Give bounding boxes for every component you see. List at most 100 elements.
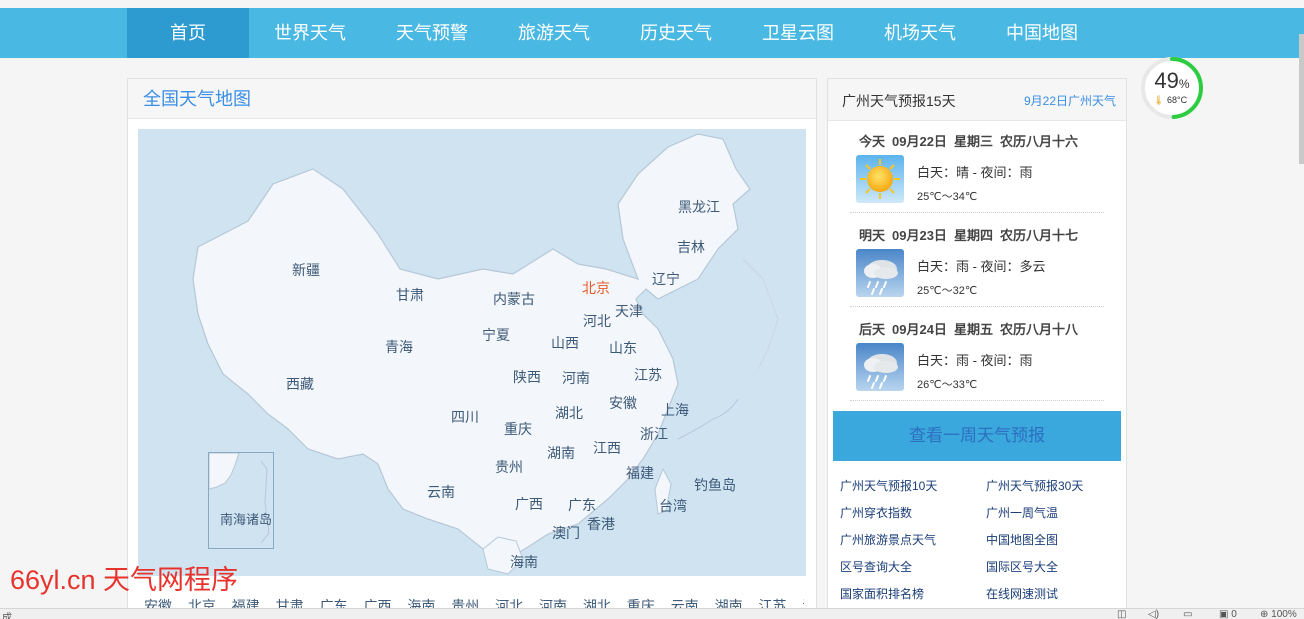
day-weekday: 星期三	[953, 134, 993, 149]
link-dressing-index[interactable]: 广州穿衣指数	[840, 504, 912, 521]
nav-item-airport-weather[interactable]: 机场天气	[859, 8, 981, 58]
gauge-value: 49%	[1154, 68, 1190, 93]
day-date: 09月23日	[892, 228, 947, 243]
today-weather-link[interactable]: 9月22日广州天气	[1024, 92, 1116, 109]
speaker-icon[interactable]: ◁)	[1148, 609, 1159, 619]
link-speed-test[interactable]: 在线网速测试	[986, 585, 1058, 602]
week-forecast-button[interactable]: 查看一周天气预报	[833, 411, 1121, 461]
link-weekly-temp[interactable]: 广州一周气温	[986, 504, 1058, 521]
province-guangxi[interactable]: 广西	[515, 494, 543, 514]
link-travel-spots[interactable]: 广州旅游景点天气	[840, 531, 936, 548]
province-henan[interactable]: 河南	[562, 368, 590, 388]
thermometer-icon: 🌡	[1153, 95, 1165, 105]
link-forecast-10day[interactable]: 广州天气预报10天	[840, 477, 937, 494]
nav-item-history-weather[interactable]: 历史天气	[615, 8, 737, 58]
province-jiangsu[interactable]: 江苏	[634, 365, 662, 385]
day-lunar: 农历八月十七	[999, 228, 1078, 243]
province-chongqing[interactable]: 重庆	[504, 419, 532, 439]
province-yunnan[interactable]: 云南	[427, 482, 455, 502]
province-qinghai[interactable]: 青海	[385, 337, 413, 357]
nav-item-travel-weather[interactable]: 旅游天气	[493, 8, 615, 58]
province-taiwan[interactable]: 台湾	[659, 496, 687, 516]
province-liaoning[interactable]: 辽宁	[652, 269, 680, 289]
day-label: 后天	[859, 322, 886, 337]
forecast-title: 广州天气预报15天	[842, 93, 956, 109]
download-icon[interactable]: ▣ 0	[1219, 609, 1237, 619]
province-nanhai[interactable]: 南海诸岛	[220, 509, 272, 528]
link-area-code[interactable]: 区号查询大全	[840, 558, 912, 575]
sunny-icon	[856, 155, 904, 203]
province-xizang[interactable]: 西藏	[286, 374, 314, 394]
print-icon[interactable]: ▭	[1183, 609, 1192, 619]
forecast-day-after-tomorrow: 后天 09月24日 星期五 农历八月十八 白天：雨 - 夜间：雨 26℃～33℃	[850, 319, 1104, 401]
forecast-day-header: 明天 09月23日 星期四 农历八月十七	[850, 225, 1104, 244]
province-xinjiang[interactable]: 新疆	[292, 260, 320, 280]
browser-status-bar: 成 ◫ ◁) ▭ ▣ 0 ⊕ 100%	[0, 608, 1304, 619]
province-fujian[interactable]: 福建	[626, 463, 654, 483]
province-diaoyudao[interactable]: 钓鱼岛	[694, 475, 736, 495]
forecast-day-today: 今天 09月22日 星期三 农历八月十六 白天：晴 - 夜间：雨 25℃～34℃	[850, 131, 1104, 213]
site-watermark: 66yl.cn 天气网程序	[10, 565, 239, 595]
province-guangdong[interactable]: 广东	[568, 495, 596, 515]
zoom-icon[interactable]: ⊕ 100%	[1260, 609, 1297, 619]
province-neimenggu[interactable]: 内蒙古	[493, 289, 535, 309]
province-shanxi[interactable]: 山西	[551, 333, 579, 353]
map-panel: 全国天气地图 黑龙江 吉林 辽宁 北京 天津 河北 内蒙古 甘肃 新疆 宁夏 山…	[127, 78, 817, 619]
link-forecast-30day[interactable]: 广州天气预报30天	[986, 477, 1083, 494]
day-label: 明天	[859, 228, 886, 243]
province-guizhou[interactable]: 贵州	[495, 457, 523, 477]
province-aomen[interactable]: 澳门	[552, 523, 580, 543]
day-temperature: 25℃～32℃	[917, 285, 978, 297]
link-intl-code[interactable]: 国际区号大全	[986, 558, 1058, 575]
day-lunar: 农历八月十八	[999, 322, 1078, 337]
province-hubei[interactable]: 湖北	[555, 403, 583, 423]
province-hainan[interactable]: 海南	[510, 552, 538, 572]
download-count: 0	[1231, 609, 1237, 619]
top-nav-bar: 首页 世界天气 天气预警 旅游天气 历史天气 卫星云图 机场天气 中国地图	[0, 8, 1304, 58]
map-panel-title: 全国天气地图	[128, 79, 816, 119]
forecast-day-tomorrow: 明天 09月23日 星期四 农历八月十七 白天：雨 - 夜间：多云 25℃～32℃	[850, 225, 1104, 307]
province-hebei[interactable]: 河北	[583, 311, 611, 331]
day-description: 白天：晴 - 夜间：雨	[917, 165, 1033, 180]
zoom-level: 100%	[1271, 609, 1297, 619]
day-description: 白天：雨 - 夜间：多云	[917, 259, 1046, 274]
day-temperature: 26℃～33℃	[917, 379, 978, 391]
day-temperature: 25℃～34℃	[917, 191, 978, 203]
province-shaanxi[interactable]: 陕西	[513, 367, 541, 387]
gauge-temp: 🌡 68°C	[1153, 95, 1188, 105]
province-anhui[interactable]: 安徽	[609, 393, 637, 413]
main-nav: 首页 世界天气 天气预警 旅游天气 历史天气 卫星云图 机场天气 中国地图	[127, 8, 1103, 58]
province-tianjin[interactable]: 天津	[615, 301, 643, 321]
link-china-map[interactable]: 中国地图全图	[986, 531, 1058, 548]
rain-icon	[856, 343, 904, 391]
day-weekday: 星期五	[953, 322, 993, 337]
nav-item-satellite[interactable]: 卫星云图	[737, 8, 859, 58]
page-scrollbar[interactable]	[1299, 34, 1304, 164]
province-heilongjiang[interactable]: 黑龙江	[678, 197, 720, 217]
forecast-day-header: 后天 09月24日 星期五 农历八月十八	[850, 319, 1104, 338]
province-shandong[interactable]: 山东	[609, 338, 637, 358]
province-gansu[interactable]: 甘肃	[396, 285, 424, 305]
province-zhejiang[interactable]: 浙江	[640, 424, 668, 444]
day-date: 09月24日	[892, 322, 947, 337]
humidity-gauge[interactable]: 49% 🌡 68°C	[1139, 55, 1205, 121]
day-description: 白天：雨 - 夜间：雨	[917, 353, 1033, 368]
day-label: 今天	[859, 134, 886, 149]
province-beijing[interactable]: 北京	[582, 278, 610, 298]
province-sichuan[interactable]: 四川	[451, 407, 479, 427]
forecast-header: 广州天气预报15天 9月22日广州天气	[828, 79, 1126, 121]
province-shanghai[interactable]: 上海	[661, 400, 689, 420]
rain-icon	[856, 249, 904, 297]
province-jilin[interactable]: 吉林	[677, 237, 705, 257]
nav-item-china-map[interactable]: 中国地图	[981, 8, 1103, 58]
province-ningxia[interactable]: 宁夏	[482, 325, 510, 345]
province-jiangxi[interactable]: 江西	[593, 438, 621, 458]
province-hunan[interactable]: 湖南	[547, 443, 575, 463]
shield-icon[interactable]: ◫	[1117, 609, 1126, 619]
nav-item-home[interactable]: 首页	[127, 8, 249, 58]
nav-item-weather-alerts[interactable]: 天气预警	[371, 8, 493, 58]
nav-item-world-weather[interactable]: 世界天气	[249, 8, 371, 58]
province-xianggang[interactable]: 香港	[587, 514, 615, 534]
link-country-area[interactable]: 国家面积排名榜	[840, 585, 924, 602]
day-weekday: 星期四	[953, 228, 993, 243]
